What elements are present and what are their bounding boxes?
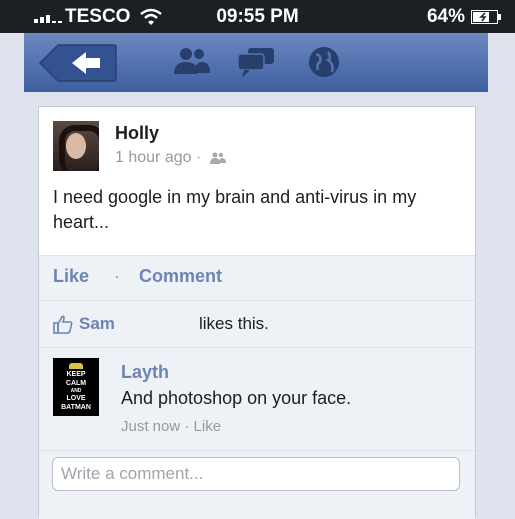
battery-icon: [471, 10, 501, 24]
status-bar: TESCO 09:55 PM 64%: [0, 0, 515, 33]
comment-item: KEEP CALM AND LOVE BATMAN Layth And phot…: [39, 347, 475, 450]
crown-icon: [69, 363, 83, 369]
comment-input[interactable]: [52, 457, 460, 491]
thumbs-up-icon: [53, 315, 73, 334]
post-card: Holly 1 hour ago · I need google in my b…: [38, 106, 476, 519]
action-separator: ·: [114, 266, 120, 286]
comment-button[interactable]: Comment: [139, 266, 222, 287]
back-button[interactable]: [38, 43, 118, 83]
liker-name[interactable]: Sam: [79, 314, 115, 334]
battery-percent: 64%: [426, 6, 465, 27]
commenter-avatar[interactable]: KEEP CALM AND LOVE BATMAN: [53, 358, 99, 416]
likes-text: likes this.: [199, 314, 269, 333]
friends-icon: [209, 152, 226, 164]
friend-requests-icon[interactable]: [172, 44, 212, 80]
comment-time: Just now: [121, 418, 181, 435]
avatar[interactable]: [53, 121, 99, 171]
avatar-line: CALM: [65, 380, 87, 387]
messages-icon[interactable]: [236, 44, 276, 80]
post-time: 1 hour ago: [115, 149, 192, 166]
notifications-globe-icon[interactable]: [304, 44, 344, 80]
top-navigation-bar: [24, 33, 488, 93]
avatar-line: BATMAN: [61, 404, 91, 411]
post-meta: 1 hour ago ·: [115, 149, 226, 167]
comment-composer: [39, 450, 475, 519]
comment-meta: Just now · Like: [121, 418, 222, 435]
feed-content: Holly 1 hour ago · I need google in my b…: [24, 92, 488, 519]
post-author[interactable]: Holly: [115, 123, 159, 144]
post-text: I need google in my brain and anti-virus…: [53, 187, 417, 232]
comment-text: And photoshop on your face.: [121, 388, 352, 408]
comment-like-link[interactable]: Like: [194, 418, 222, 435]
likes-row: Sam likes this.: [39, 300, 475, 347]
like-button[interactable]: Like: [53, 266, 89, 287]
comment-author[interactable]: Layth: [121, 362, 169, 383]
avatar-line: LOVE: [66, 395, 86, 402]
avatar-line: KEEP: [66, 371, 86, 378]
post-actions: Like · Comment: [39, 255, 475, 300]
